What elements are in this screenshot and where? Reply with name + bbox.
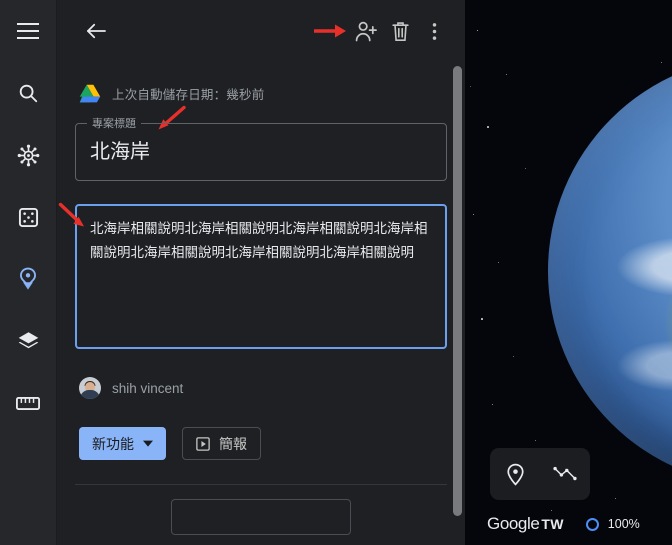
google-logo: Google (487, 514, 540, 533)
ship-wheel-icon (17, 144, 39, 166)
layers-icon (18, 331, 38, 348)
person-add-icon (355, 21, 377, 41)
panel-content: 上次自動儲存日期：幾秒前 專案標題 北海岸 北海岸相關說明北海岸相關說明北海岸相… (57, 62, 465, 545)
sidebar-item-projects[interactable] (0, 248, 57, 310)
loading-ring-icon (585, 517, 599, 531)
new-feature-button[interactable]: 新功能 (79, 427, 166, 460)
back-button[interactable] (79, 14, 113, 48)
panel-scrollbar-track[interactable] (453, 62, 462, 545)
project-description-field-wrap: 北海岸相關說明北海岸相關說明北海岸相關說明北海岸相關說明北海岸相關說明北海岸相關… (58, 202, 447, 349)
trash-icon (391, 21, 409, 41)
project-title-label: 專案標題 (87, 117, 141, 131)
presentation-button[interactable]: 簡報 (182, 427, 261, 460)
share-button-group (313, 14, 383, 48)
avatar (79, 377, 101, 399)
play-box-icon (196, 436, 210, 451)
presentation-label: 簡報 (219, 435, 247, 452)
autosave-status-text: 上次自動儲存日期：幾秒前 (112, 88, 265, 102)
project-action-buttons: 新功能 簡報 (79, 427, 447, 460)
sidebar-item-voyager[interactable] (0, 124, 57, 186)
sidebar-item-search[interactable] (0, 62, 57, 124)
map-tools-panel (490, 448, 590, 500)
dice-icon (18, 207, 38, 227)
region-label: TW (541, 516, 564, 532)
google-drive-icon (79, 84, 101, 103)
hamburger-menu-icon (17, 23, 39, 39)
panel-toolbar (57, 0, 465, 62)
search-icon (19, 84, 38, 103)
project-owner-row: shih vincent (79, 377, 447, 399)
project-title-field-wrap: 專案標題 北海岸 (75, 105, 447, 181)
avatar-body (80, 389, 100, 399)
hamburger-menu-button[interactable] (0, 0, 57, 62)
earth-viewport[interactable]: Google TW 100% (465, 0, 672, 545)
map-pin-icon (20, 267, 36, 290)
project-owner-name: shih vincent (112, 380, 184, 396)
back-arrow-icon (87, 23, 106, 39)
sidebar-item-feeling-lucky[interactable] (0, 186, 57, 248)
section-divider (75, 484, 447, 485)
placemark-pin-icon (506, 463, 524, 486)
loading-percent: 100% (607, 517, 640, 531)
project-details-panel: 上次自動儲存日期：幾秒前 專案標題 北海岸 北海岸相關說明北海岸相關說明北海岸相… (57, 0, 465, 545)
more-options-button[interactable] (417, 14, 451, 48)
annotation-arrow-to-share (314, 24, 346, 38)
panel-scrollbar-thumb[interactable] (453, 66, 462, 516)
sidebar-item-measure[interactable] (0, 372, 57, 434)
google-earth-window: 上次自動儲存日期：幾秒前 專案標題 北海岸 北海岸相關說明北海岸相關說明北海岸相… (0, 0, 672, 545)
ruler-icon (16, 396, 40, 410)
draw-path-button[interactable] (548, 457, 582, 491)
path-line-icon (553, 466, 577, 481)
delete-project-button[interactable] (383, 14, 417, 48)
more-vertical-icon (432, 22, 436, 40)
add-placemark-button[interactable] (498, 457, 532, 491)
share-button[interactable] (349, 14, 383, 48)
new-feature-label: 新功能 (92, 435, 134, 452)
earth-status-bar: Google TW 100% (465, 511, 672, 537)
project-description-textarea[interactable]: 北海岸相關說明北海岸相關說明北海岸相關說明北海岸相關說明北海岸相關說明北海岸相關… (75, 204, 447, 349)
project-title-value: 北海岸 (90, 141, 150, 163)
autosave-status-row: 上次自動儲存日期：幾秒前 (79, 84, 447, 103)
left-nav-rail (0, 0, 57, 545)
sidebar-item-map-style[interactable] (0, 310, 57, 372)
chevron-down-icon (143, 440, 153, 447)
project-title-input[interactable]: 專案標題 北海岸 (75, 117, 447, 181)
partially-visible-action-button[interactable] (171, 499, 351, 535)
